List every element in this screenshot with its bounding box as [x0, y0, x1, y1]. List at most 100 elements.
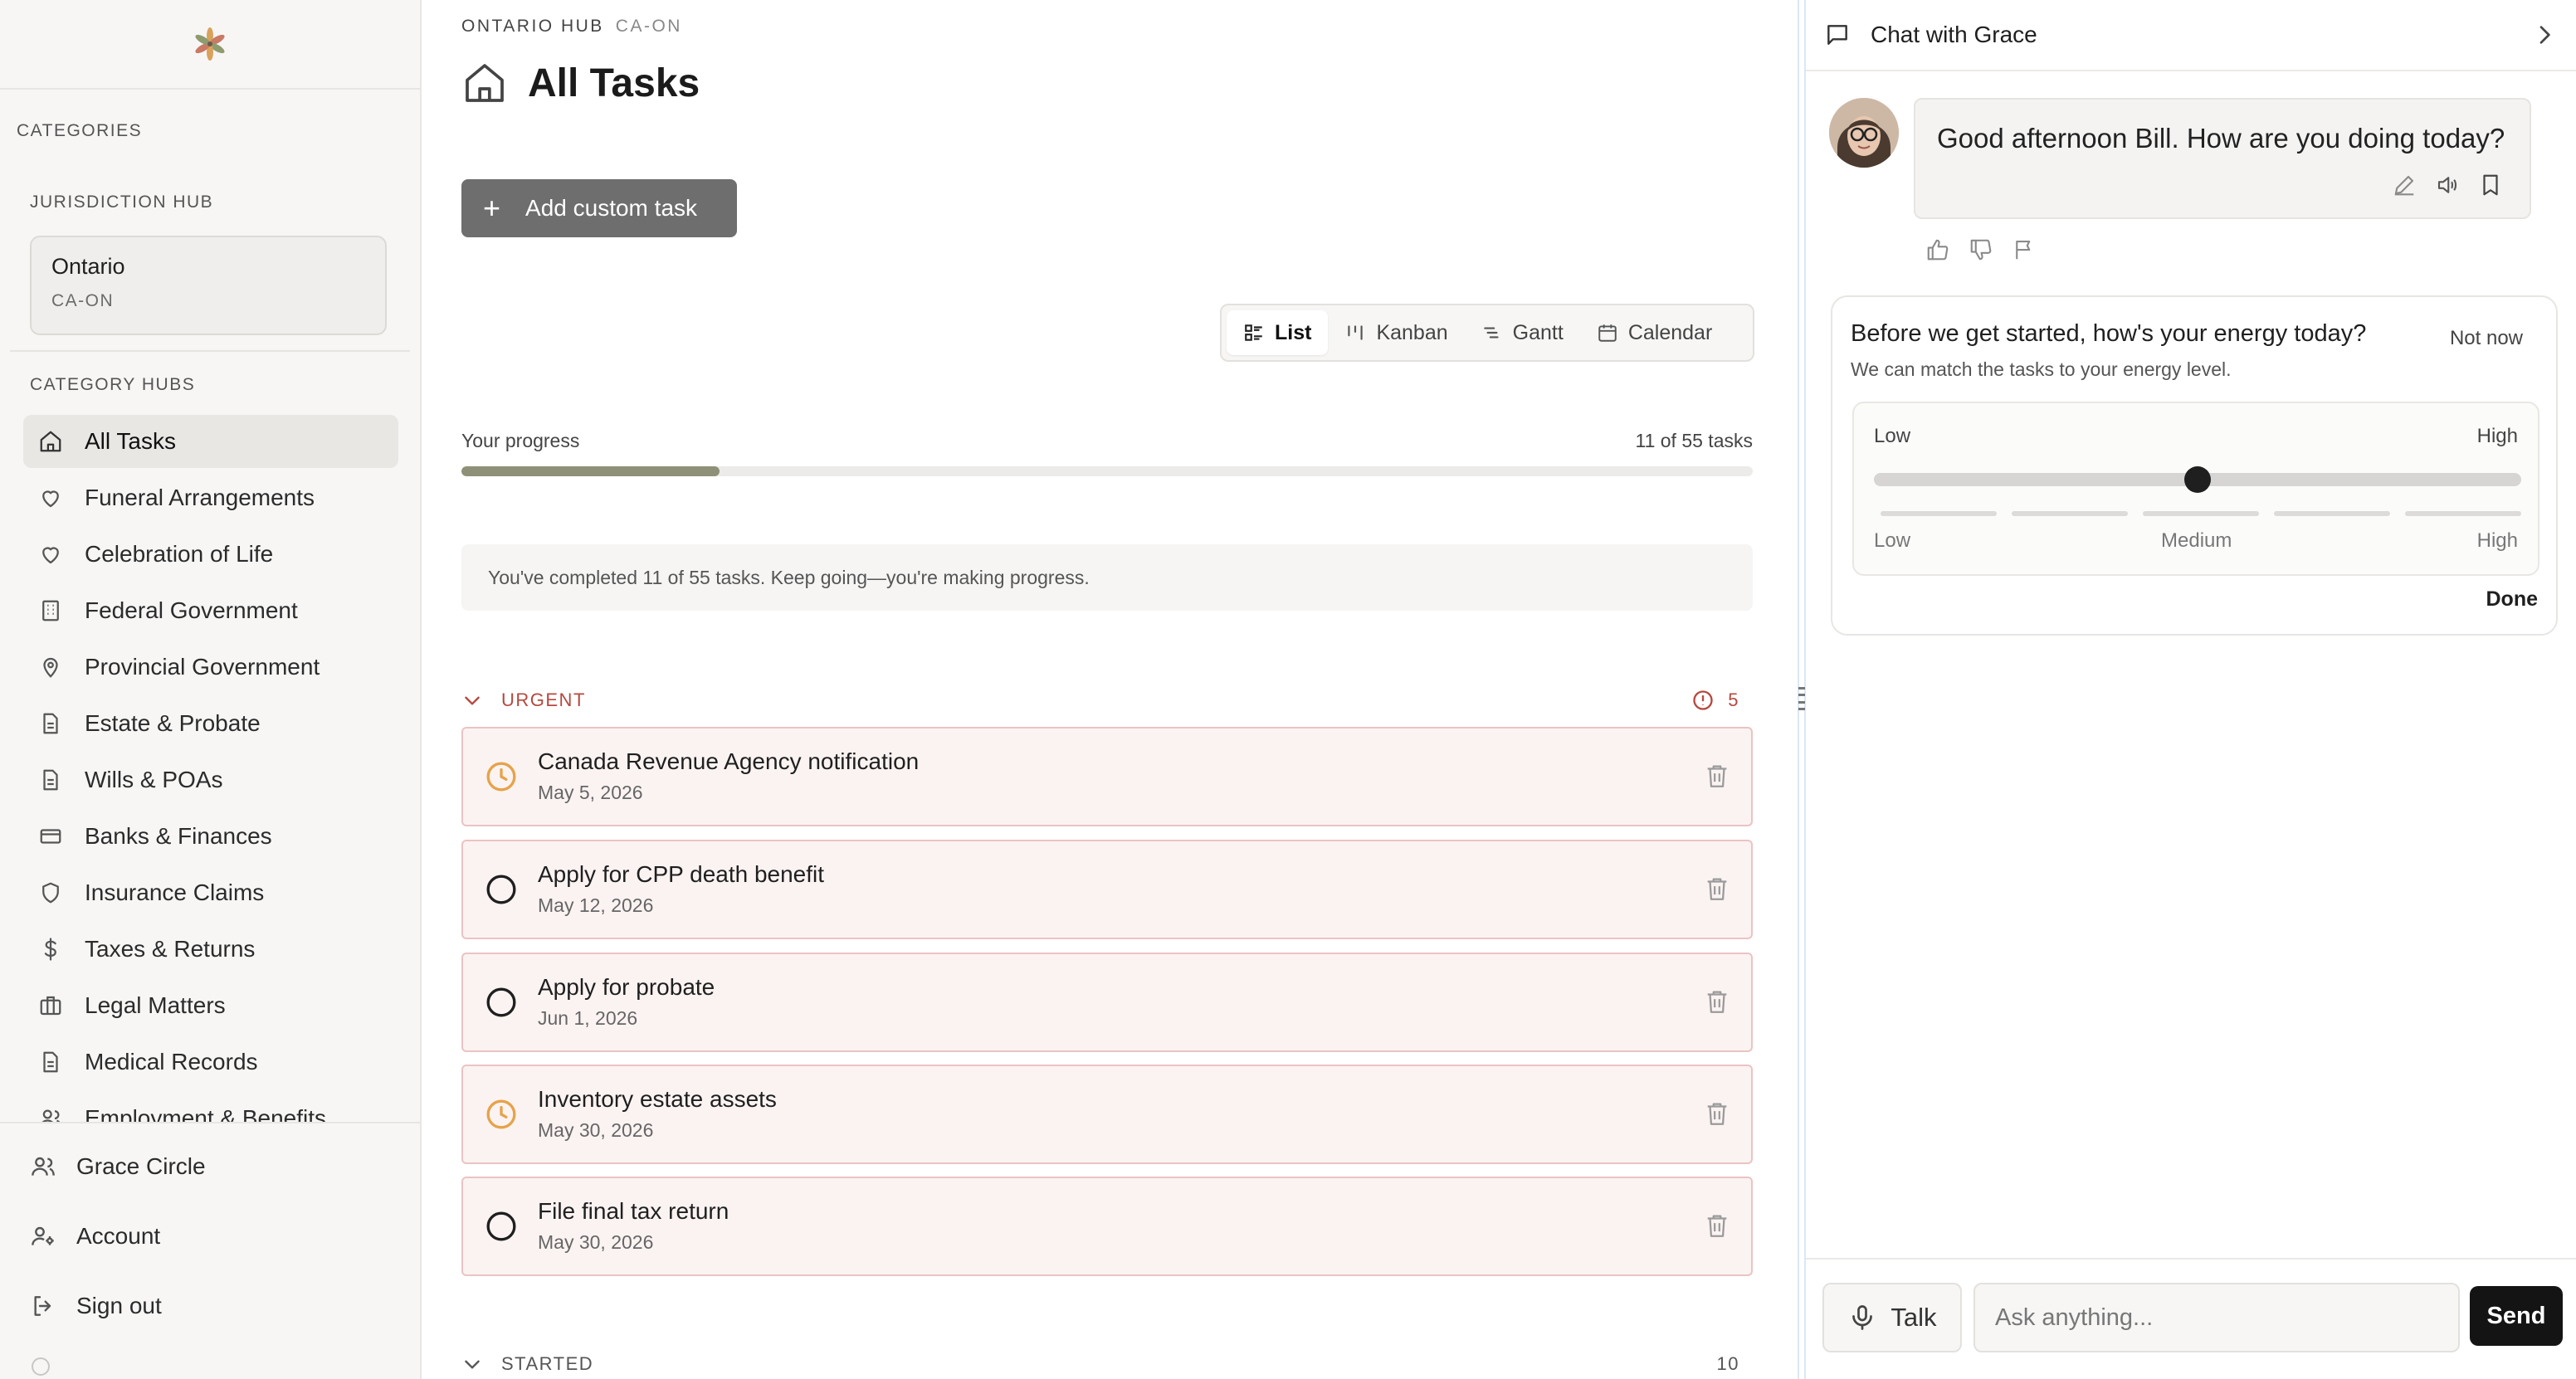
app-window: CATEGORIES JURISDICTION HUB Ontario CA-O…	[0, 0, 2576, 1379]
level-high-label: High	[2476, 529, 2518, 552]
send-button[interactable]: Send	[2470, 1286, 2563, 1346]
sidebar-item-label: Banks & Finances	[85, 823, 272, 849]
energy-subtitle: We can match the tasks to your energy le…	[1851, 358, 2232, 380]
document-icon	[38, 767, 63, 792]
users-icon	[30, 1153, 56, 1180]
thumbs-up-icon[interactable]	[1925, 237, 1950, 262]
sidebar-item-taxes-returns[interactable]: Taxes & Returns	[23, 923, 398, 976]
sidebar: CATEGORIES JURISDICTION HUB Ontario CA-O…	[0, 0, 422, 1379]
grace-circle-link[interactable]: Grace Circle	[30, 1153, 206, 1180]
task-row[interactable]: File final tax return May 30, 2026	[461, 1177, 1753, 1276]
in-progress-clock-icon[interactable]	[485, 760, 518, 793]
urgent-group-header[interactable]: URGENT 5	[461, 684, 1753, 717]
heart-icon	[38, 485, 63, 510]
energy-check-card: Before we get started, how's your energy…	[1831, 295, 2558, 636]
sidebar-item-wills-poas[interactable]: Wills & POAs	[23, 753, 398, 806]
view-calendar-button[interactable]: Calendar	[1580, 310, 1729, 355]
sidebar-item-medical-records[interactable]: Medical Records	[23, 1035, 398, 1089]
trash-icon[interactable]	[1703, 875, 1731, 903]
sidebar-item-label: Federal Government	[85, 597, 298, 623]
breadcrumb: ONTARIO HUB CA-ON	[461, 17, 682, 37]
sidebar-item-funeral-arrangements[interactable]: Funeral Arrangements	[23, 471, 398, 524]
chat-header: Chat with Grace	[1806, 0, 2576, 71]
sidebar-item-provincial-government[interactable]: Provincial Government	[23, 641, 398, 694]
sign-out-icon	[30, 1293, 56, 1319]
trash-icon[interactable]	[1703, 762, 1731, 790]
logo[interactable]	[0, 0, 420, 90]
sidebar-item-banks-finances[interactable]: Banks & Finances	[23, 810, 398, 863]
task-row[interactable]: Apply for probate Jun 1, 2026	[461, 953, 1753, 1052]
sidebar-item-label: All Tasks	[85, 428, 176, 454]
energy-slider-thumb[interactable]	[2184, 466, 2211, 493]
assistant-message: Good afternoon Bill. How are you doing t…	[1914, 98, 2531, 219]
calendar-icon	[1597, 322, 1618, 344]
slider-low-label: Low	[1874, 425, 1911, 447]
edit-pencil-icon[interactable]	[2392, 173, 2417, 197]
view-list-button[interactable]: List	[1227, 310, 1329, 355]
talk-label: Talk	[1891, 1303, 1937, 1332]
level-medium-label: Medium	[2161, 529, 2232, 552]
sidebar-item-label: Wills & POAs	[85, 767, 223, 792]
task-row[interactable]: Inventory estate assets May 30, 2026	[461, 1065, 1753, 1164]
jurisdiction-card[interactable]: Ontario CA-ON	[30, 236, 387, 335]
energy-slider-ticks	[1881, 511, 2521, 516]
trash-icon[interactable]	[1703, 1099, 1731, 1128]
credit-card-icon	[38, 824, 63, 849]
task-row[interactable]: Apply for CPP death benefit May 12, 2026	[461, 840, 1753, 939]
jurisdiction-name: Ontario	[51, 254, 125, 279]
task-date: May 30, 2026	[538, 1231, 654, 1253]
speaker-icon[interactable]	[2435, 173, 2460, 197]
trash-icon[interactable]	[1703, 987, 1731, 1016]
category-hubs-heading: CATEGORY HUBS	[30, 375, 196, 394]
flag-icon[interactable]	[2012, 237, 2037, 262]
talk-button[interactable]: Talk	[1822, 1283, 1962, 1352]
sidebar-item-label: Taxes & Returns	[85, 936, 256, 962]
chat-panel: Chat with Grace Good afternoon Bill. How…	[1806, 0, 2576, 1379]
user-settings-icon	[30, 1223, 56, 1250]
view-gantt-button[interactable]: Gantt	[1465, 310, 1580, 355]
sidebar-item-all-tasks[interactable]: All Tasks	[23, 415, 398, 468]
sidebar-item-insurance-claims[interactable]: Insurance Claims	[23, 866, 398, 919]
progress-bar-fill	[461, 466, 720, 476]
sidebar-footer: Grace Circle Account Sign out	[0, 1122, 420, 1379]
bookmark-icon[interactable]	[2478, 173, 2503, 197]
task-row[interactable]: Canada Revenue Agency notification May 5…	[461, 727, 1753, 826]
chevron-down-icon	[465, 1360, 480, 1369]
chevron-right-icon[interactable]	[2531, 22, 2558, 48]
avatar	[1829, 98, 1899, 168]
progress-bar	[461, 466, 1753, 476]
view-list-label: List	[1275, 320, 1312, 344]
chat-input[interactable]	[1973, 1283, 2460, 1352]
account-link[interactable]: Account	[30, 1223, 160, 1250]
shield-icon	[38, 880, 63, 905]
heart-icon	[38, 542, 63, 567]
message-feedback	[1925, 237, 2037, 262]
message-tools	[2392, 173, 2503, 197]
sidebar-item-legal-matters[interactable]: Legal Matters	[23, 979, 398, 1032]
thumbs-down-icon[interactable]	[1969, 237, 1993, 262]
level-low-label: Low	[1874, 529, 1911, 552]
view-switcher: List Kanban Gantt Calendar	[1220, 304, 1754, 362]
done-button[interactable]: Done	[2486, 587, 2539, 612]
sidebar-item-label: Medical Records	[85, 1049, 258, 1074]
todo-circle-icon[interactable]	[485, 873, 518, 906]
sidebar-item-employment-benefits[interactable]: Employment & Benefits	[23, 1092, 398, 1125]
todo-circle-icon[interactable]	[485, 1210, 518, 1243]
category-hubs-list: All Tasks Funeral Arrangements Celebrati…	[23, 415, 398, 1125]
todo-circle-icon[interactable]	[485, 986, 518, 1019]
sidebar-item-celebration-of-life[interactable]: Celebration of Life	[23, 528, 398, 581]
sidebar-item-label: Provincial Government	[85, 654, 320, 680]
microphone-icon	[1847, 1303, 1877, 1333]
trash-icon[interactable]	[1703, 1211, 1731, 1240]
started-group-header[interactable]: STARTED 10	[461, 1347, 1753, 1379]
not-now-button[interactable]: Not now	[2450, 327, 2523, 350]
sidebar-item-label: Legal Matters	[85, 992, 226, 1018]
document-icon	[38, 711, 63, 736]
view-kanban-button[interactable]: Kanban	[1328, 310, 1464, 355]
sidebar-item-federal-government[interactable]: Federal Government	[23, 584, 398, 637]
started-count: 10	[1717, 1353, 1753, 1375]
sidebar-item-estate-probate[interactable]: Estate & Probate	[23, 697, 398, 750]
sign-out-link[interactable]: Sign out	[30, 1293, 162, 1319]
add-custom-task-button[interactable]: + Add custom task	[461, 179, 737, 237]
in-progress-clock-icon[interactable]	[485, 1098, 518, 1131]
